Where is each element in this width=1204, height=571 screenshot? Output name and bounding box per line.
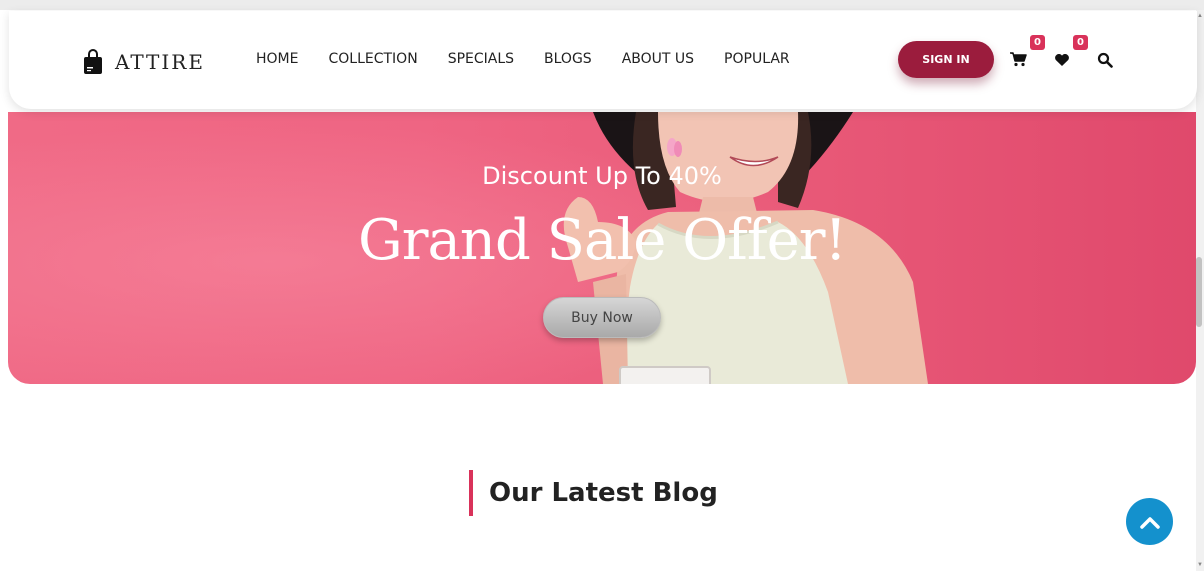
nav-link-specials[interactable]: SPECIALS <box>448 51 514 67</box>
cart-count-badge: 0 <box>1030 35 1045 50</box>
buy-now-button[interactable]: Buy Now <box>543 297 661 338</box>
heading-accent-bar <box>469 470 473 516</box>
wishlist-button[interactable] <box>1054 53 1070 67</box>
top-strip <box>0 0 1204 10</box>
scrollbar-thumb[interactable] <box>1196 257 1202 327</box>
wishlist-count-badge: 0 <box>1073 35 1088 50</box>
main-nav: HOME COLLECTION SPECIALS BLOGS ABOUT US … <box>256 51 820 67</box>
hero-banner: Discount Up To 40% Grand Sale Offer! Buy… <box>8 112 1196 384</box>
cart-icon <box>1010 52 1027 67</box>
nav-link-home[interactable]: HOME <box>256 51 298 67</box>
sign-in-button[interactable]: SIGN IN <box>898 41 994 78</box>
chevron-up-icon <box>1139 516 1160 529</box>
search-icon <box>1097 52 1113 68</box>
scroll-to-top-button[interactable] <box>1126 498 1173 545</box>
navbar: ATTIRE HOME COLLECTION SPECIALS BLOGS AB… <box>9 11 1197 109</box>
heart-icon <box>1055 54 1069 66</box>
blog-heading-title: Our Latest Blog <box>489 478 718 508</box>
search-button[interactable] <box>1097 52 1113 68</box>
brand-logo[interactable]: ATTIRE <box>83 48 205 76</box>
nav-link-collection[interactable]: COLLECTION <box>328 51 417 67</box>
page-scrollbar[interactable]: ▲ ▼ <box>1196 10 1204 571</box>
nav-link-blogs[interactable]: BLOGS <box>544 51 592 67</box>
nav-link-about-us[interactable]: ABOUT US <box>622 51 694 67</box>
nav-link-popular[interactable]: POPULAR <box>724 51 790 67</box>
hero-title: Grand Sale Offer! <box>358 208 847 273</box>
scroll-down-arrow-icon[interactable]: ▼ <box>1196 561 1204 569</box>
cart-button[interactable] <box>1009 51 1027 67</box>
blog-section-heading: Our Latest Blog <box>469 470 718 516</box>
scroll-up-arrow-icon[interactable]: ▲ <box>1196 12 1204 20</box>
brand-name: ATTIRE <box>115 50 205 74</box>
hero-subtitle: Discount Up To 40% <box>482 162 722 190</box>
shopping-bag-icon <box>84 49 102 74</box>
